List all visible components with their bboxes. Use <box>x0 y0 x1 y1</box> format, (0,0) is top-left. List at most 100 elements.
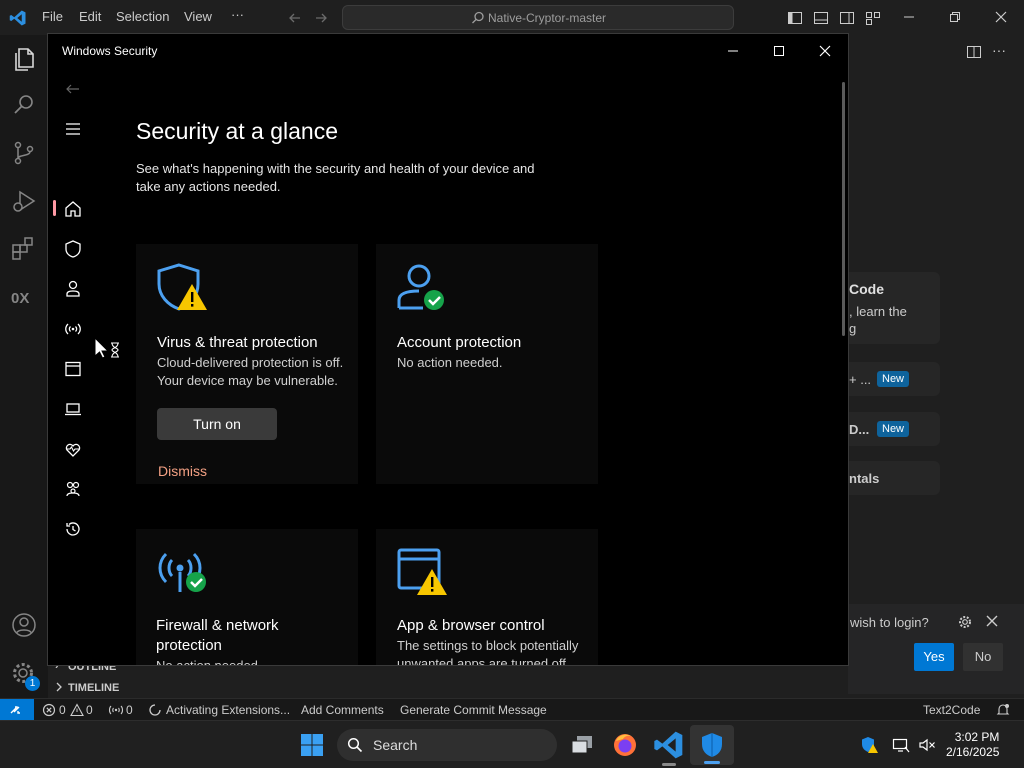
add-comments-button[interactable]: Add Comments <box>301 703 384 717</box>
close-icon[interactable] <box>994 10 1008 24</box>
wireless-network-icon[interactable] <box>60 316 86 342</box>
tile-description: The settings to block potentially unwant… <box>397 638 579 666</box>
split-editor-icon[interactable] <box>966 44 982 60</box>
explorer-icon[interactable] <box>8 43 40 75</box>
ports-icon[interactable] <box>108 703 124 717</box>
page-title: Security at a glance <box>136 118 339 144</box>
firefox-icon[interactable] <box>609 729 641 761</box>
walkthrough-item[interactable]: D... New <box>848 412 940 446</box>
security-nav <box>48 74 98 665</box>
close-icon[interactable] <box>802 38 848 64</box>
timeline-label: TIMELINE <box>68 682 120 694</box>
warning-count[interactable]: 0 <box>86 703 93 717</box>
hamburger-menu-icon[interactable] <box>60 116 86 142</box>
walkthrough-item[interactable]: ntals <box>848 461 940 495</box>
notification-no-button[interactable]: No <box>963 643 1003 671</box>
remote-indicator[interactable] <box>0 699 34 721</box>
menu-file[interactable]: File <box>42 9 63 24</box>
ports-count[interactable]: 0 <box>126 703 133 717</box>
start-windows-icon[interactable] <box>296 729 328 761</box>
security-warning-tray-icon[interactable] <box>860 736 878 754</box>
account-protection-tile[interactable]: Account protection No action needed. <box>376 244 598 484</box>
toggle-secondary-sidebar-icon[interactable] <box>839 10 855 26</box>
scrollbar-thumb[interactable] <box>842 82 845 336</box>
walkthrough-desc: , learn the <box>849 304 907 319</box>
page-subtitle: See what's happening with the security a… <box>136 161 535 194</box>
app-browser-icon[interactable] <box>60 356 86 382</box>
nav-active-indicator <box>53 200 56 216</box>
tile-title: App & browser control <box>397 617 545 634</box>
run-debug-icon[interactable] <box>8 185 40 217</box>
menu-selection[interactable]: Selection <box>116 9 169 24</box>
dismiss-link[interactable]: Dismiss <box>158 463 207 479</box>
app-browser-tile[interactable]: App & browser control The settings to bl… <box>376 529 598 666</box>
vscode-titlebar: File Edit Selection View ··· Native-Cryp… <box>0 0 1024 35</box>
turn-on-button[interactable]: Turn on <box>157 408 277 440</box>
taskbar-search[interactable]: Search <box>337 729 557 761</box>
svg-text:0X: 0X <box>11 290 29 307</box>
walkthrough-desc-2: g <box>849 321 857 336</box>
generate-commit-button[interactable]: Generate Commit Message <box>400 703 547 717</box>
family-options-icon[interactable] <box>60 476 86 502</box>
command-center[interactable]: Native-Cryptor-master <box>342 5 734 30</box>
timeline-section[interactable]: TIMELINE <box>48 677 148 699</box>
notification-close-icon[interactable] <box>985 614 999 628</box>
tile-description: No action needed. <box>156 658 262 666</box>
text2code-item[interactable]: Text2Code <box>923 703 980 717</box>
account-check-icon <box>396 262 450 314</box>
status-bar: 0 0 0 Activating Extensions... Add Comme… <box>0 698 1024 721</box>
source-control-icon[interactable] <box>8 137 40 169</box>
walkthrough-item[interactable]: + ... New <box>848 362 940 396</box>
tile-description: No action needed. <box>397 355 503 370</box>
notification-yes-button[interactable]: Yes <box>914 643 954 671</box>
menu-more[interactable]: ··· <box>231 7 244 22</box>
activity-bar: 0X 1 <box>0 35 48 698</box>
error-icon[interactable] <box>42 703 56 717</box>
warning-icon[interactable] <box>70 703 84 717</box>
protection-history-icon[interactable] <box>60 516 86 542</box>
windows-security-taskbar-button[interactable] <box>690 725 734 765</box>
shield-warning-icon <box>156 262 210 314</box>
minimize-icon[interactable] <box>902 10 916 24</box>
forward-arrow-icon[interactable] <box>313 10 329 26</box>
minimize-icon[interactable] <box>710 38 756 64</box>
device-health-heart-icon[interactable] <box>60 436 86 462</box>
toggle-panel-icon[interactable] <box>813 10 829 26</box>
tile-description: Cloud-delivered protection is off. Your … <box>157 355 344 388</box>
maximize-icon[interactable] <box>756 38 802 64</box>
menu-edit[interactable]: Edit <box>79 9 101 24</box>
notification-gear-icon[interactable] <box>957 614 973 630</box>
more-actions-icon[interactable]: ··· <box>992 42 1006 58</box>
home-icon[interactable] <box>60 196 86 222</box>
vscode-logo-icon <box>9 9 27 27</box>
notifications-bell-icon[interactable] <box>996 703 1010 717</box>
windows-security-window: Windows Security Security at a glance Se… <box>47 33 849 666</box>
virus-threat-tile[interactable]: Virus & threat protection Cloud-delivere… <box>136 244 358 484</box>
laptop-device-icon[interactable] <box>60 396 86 422</box>
walkthrough-card[interactable]: Code , learn the g <box>848 272 940 344</box>
system-clock[interactable]: 3:02 PM 2/16/2025 <box>946 730 999 760</box>
account-person-icon[interactable] <box>60 276 86 302</box>
customize-layout-icon[interactable] <box>865 10 881 26</box>
search-icon[interactable] <box>8 89 40 121</box>
openai-icon[interactable]: 0X <box>8 281 40 313</box>
shield-icon[interactable] <box>60 236 86 262</box>
busy-cursor-icon <box>94 337 124 363</box>
account-icon[interactable] <box>8 609 40 641</box>
task-view-icon[interactable] <box>566 729 598 761</box>
search-icon <box>347 737 363 753</box>
activating-extensions[interactable]: Activating Extensions... <box>166 703 290 717</box>
toggle-sidebar-icon[interactable] <box>787 10 803 26</box>
firewall-network-tile[interactable]: Firewall & network protection No action … <box>136 529 358 666</box>
walkthrough-item-label: D... <box>849 422 870 437</box>
extensions-icon[interactable] <box>8 233 40 265</box>
back-arrow-icon[interactable] <box>287 10 303 26</box>
restore-icon[interactable] <box>948 10 962 24</box>
menu-view[interactable]: View <box>184 9 212 24</box>
error-count[interactable]: 0 <box>59 703 66 717</box>
accounts-badge: 1 <box>25 676 40 691</box>
volume-muted-icon[interactable] <box>918 736 936 754</box>
back-arrow-icon[interactable] <box>60 76 86 102</box>
vscode-taskbar-icon[interactable] <box>653 729 685 761</box>
network-monitor-icon[interactable] <box>892 736 910 754</box>
